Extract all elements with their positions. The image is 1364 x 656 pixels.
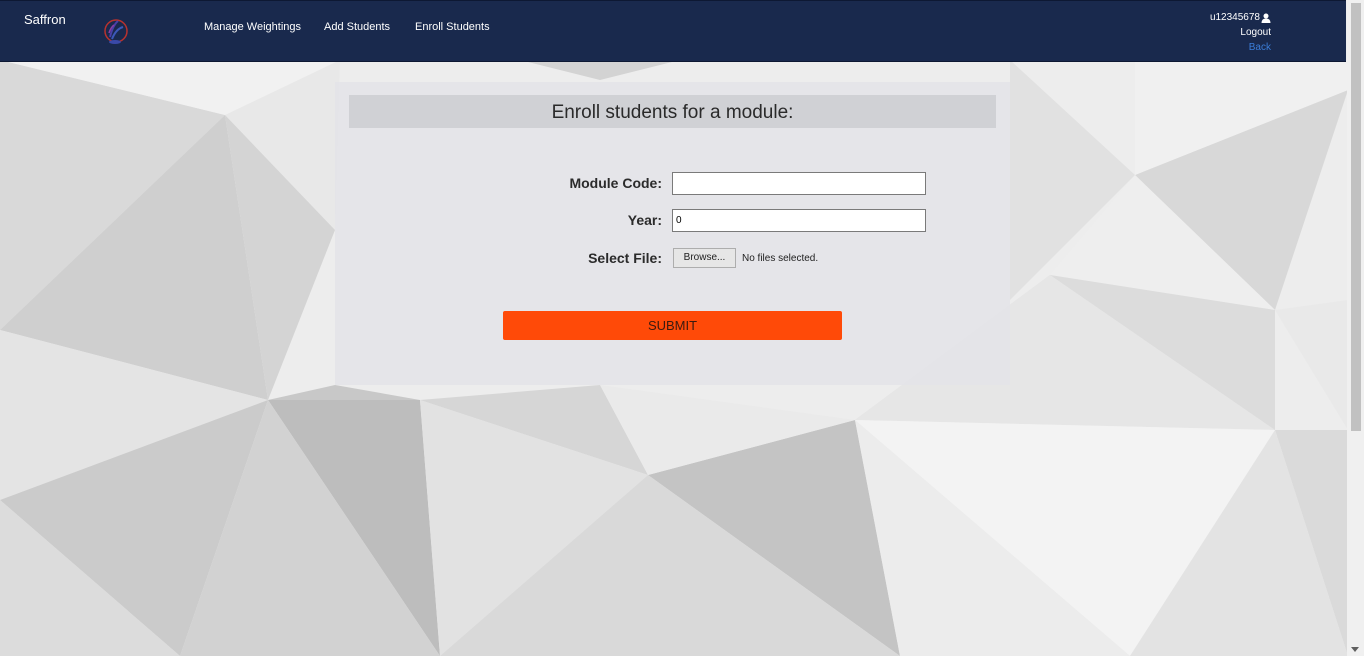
- nav-add-students[interactable]: Add Students: [324, 21, 390, 33]
- user-menu: u12345678 Logout Back: [1210, 10, 1271, 55]
- year-input[interactable]: [672, 209, 926, 232]
- nav-manage-weightings[interactable]: Manage Weightings: [204, 21, 301, 33]
- logout-link[interactable]: Logout: [1210, 25, 1271, 40]
- submit-button[interactable]: SUBMIT: [503, 311, 842, 340]
- select-file-label: Select File:: [588, 250, 662, 266]
- enroll-panel: Enroll students for a module: Module Cod…: [335, 82, 1010, 385]
- app-brand[interactable]: Saffron: [24, 12, 66, 27]
- page-scrollbar[interactable]: [1347, 0, 1364, 656]
- file-status: No files selected.: [742, 252, 819, 264]
- year-label: Year:: [627, 212, 662, 228]
- file-picker: Browse... No files selected.: [673, 248, 818, 268]
- scrollbar-thumb[interactable]: [1351, 3, 1361, 431]
- panel-title: Enroll students for a module:: [349, 95, 996, 128]
- username: u12345678: [1209, 12, 1260, 23]
- module-code-label: Module Code:: [569, 175, 662, 191]
- nav-enroll-students[interactable]: Enroll Students: [415, 21, 490, 33]
- scroll-down-icon[interactable]: [1351, 647, 1359, 652]
- user-info: u12345678: [1210, 10, 1271, 25]
- top-navbar: Saffron Manage Weightings Add Students E…: [0, 0, 1346, 62]
- user-icon: [1261, 13, 1271, 23]
- module-code-input[interactable]: [672, 172, 926, 195]
- browse-button[interactable]: Browse...: [673, 248, 736, 268]
- back-link[interactable]: Back: [1210, 40, 1271, 55]
- logo-icon: [104, 19, 128, 44]
